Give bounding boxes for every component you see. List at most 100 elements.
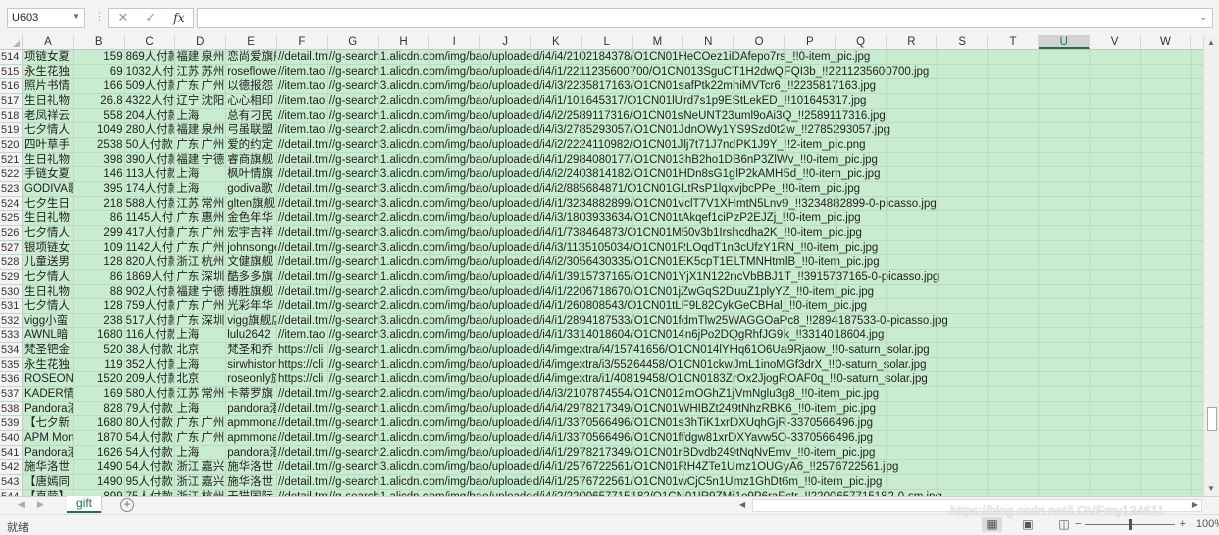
row-number[interactable]: 526: [0, 225, 23, 240]
cell-g[interactable]: //g-search3.alicdn.com/img/bao/uploaded/…: [328, 226, 1203, 240]
cell-d1[interactable]: 广东: [175, 226, 200, 240]
cell-e[interactable]: 搏胜旗舰: [226, 284, 277, 299]
column-header-T[interactable]: T: [988, 35, 1039, 49]
cell-d1[interactable]: 浙江: [175, 255, 200, 269]
cell-e[interactable]: 文健旗舰: [226, 255, 277, 269]
row-number[interactable]: 533: [0, 328, 23, 343]
cell-b[interactable]: 398: [74, 152, 125, 167]
cell-d1[interactable]: 福建: [175, 123, 200, 137]
column-header-D[interactable]: D: [175, 35, 227, 49]
row-number[interactable]: 543: [0, 475, 23, 489]
sheet-nav-arrows-icon[interactable]: ◀▶: [18, 499, 56, 510]
cell-g[interactable]: //g-search2.alicdn.com/img/bao/uploaded/…: [328, 387, 1203, 401]
cell-c[interactable]: 1032人付款: [125, 64, 176, 79]
scroll-thumb[interactable]: [1207, 407, 1217, 431]
cell-e[interactable]: 总有刁民: [226, 108, 277, 123]
cell-e[interactable]: 施华洛世: [226, 475, 277, 489]
cell-b[interactable]: 1490: [74, 460, 125, 475]
row-number[interactable]: 538: [0, 401, 23, 416]
cell-a[interactable]: 梵圣钯金: [23, 343, 74, 357]
cell-e[interactable]: apmmona: [226, 431, 277, 445]
cell-g[interactable]: //g-search3.alicdn.com/img/bao/uploaded/…: [328, 328, 1203, 342]
cell-d1[interactable]: 福建: [175, 285, 200, 299]
cell-e[interactable]: glten旗舰: [226, 196, 277, 211]
column-header-J[interactable]: J: [480, 35, 531, 49]
cell-c[interactable]: 517人付款: [125, 313, 176, 328]
cell-d1[interactable]: 上海: [175, 358, 200, 372]
cell-f[interactable]: //item.tao: [277, 108, 328, 123]
cell-g[interactable]: //g-search3.alicdn.com/img/bao/uploaded/…: [328, 241, 1203, 255]
cell-a[interactable]: 七夕情人: [23, 269, 74, 284]
cell-a[interactable]: 项链女夏: [23, 50, 74, 64]
cell-b[interactable]: 86: [74, 211, 125, 225]
cell-a[interactable]: 生日礼物: [23, 152, 74, 167]
cell-c[interactable]: 50人付款: [125, 137, 176, 152]
cell-d2[interactable]: [200, 181, 227, 196]
cell-b[interactable]: 146: [74, 167, 125, 181]
cell-e[interactable]: 酷多多旗: [226, 269, 277, 284]
cell-f[interactable]: //item.tao: [277, 79, 328, 93]
cell-g[interactable]: //g-search1.alicdn.com/img/bao/uploaded/…: [328, 431, 1203, 445]
cell-c[interactable]: 54人付款: [125, 431, 176, 445]
cell-e[interactable]: 光彩年华: [226, 299, 277, 313]
cell-c[interactable]: 95人付款: [125, 475, 176, 489]
cell-d1[interactable]: 浙江: [175, 475, 200, 489]
column-header-F[interactable]: F: [277, 35, 328, 49]
chevron-down-icon[interactable]: ▼: [72, 12, 80, 21]
row-number[interactable]: 522: [0, 167, 23, 181]
cell-b[interactable]: 128: [74, 255, 125, 269]
horizontal-scrollbar[interactable]: ◀ ▶: [739, 499, 1202, 512]
cell-d2[interactable]: 广州: [200, 137, 227, 152]
cell-d2[interactable]: 广州: [200, 299, 227, 313]
cell-e[interactable]: 枫叶情旗: [226, 167, 277, 181]
cell-g[interactable]: //g-search2.alicdn.com/img/bao/uploaded/…: [328, 446, 1203, 460]
cell-b[interactable]: 166: [74, 79, 125, 93]
zoom-slider-knob[interactable]: [1129, 518, 1133, 530]
cell-a[interactable]: 儿童送男: [23, 255, 74, 269]
cell-d2[interactable]: 泉州: [200, 50, 227, 64]
cell-b[interactable]: 218: [74, 196, 125, 211]
cell-d2[interactable]: [200, 108, 227, 123]
cell-d1[interactable]: 广东: [175, 431, 200, 445]
row-number[interactable]: 530: [0, 284, 23, 299]
enter-icon[interactable]: ✓: [145, 10, 156, 26]
cell-d2[interactable]: [200, 343, 227, 357]
cell-g[interactable]: //g-search1.alicdn.com/img/bao/uploaded/…: [328, 402, 1203, 416]
cell-c[interactable]: 54人付款: [125, 460, 176, 475]
cell-f[interactable]: //detail.tm: [277, 255, 328, 269]
page-layout-view-icon[interactable]: ▣: [1018, 517, 1038, 532]
cell-g[interactable]: //g-search1.alicdn.com/img/bao/uploaded/…: [328, 65, 1203, 79]
cell-e[interactable]: 卡蒂罗旗: [226, 387, 277, 401]
row-number[interactable]: 534: [0, 343, 23, 357]
cell-e[interactable]: 梵圣和乔: [226, 343, 277, 357]
cell-d1[interactable]: 上海: [175, 167, 200, 181]
cell-d1[interactable]: 广东: [175, 270, 200, 284]
normal-view-icon[interactable]: ▦: [982, 517, 1002, 532]
cell-e[interactable]: 以德报怨: [226, 79, 277, 93]
row-number[interactable]: 518: [0, 108, 23, 123]
cell-d1[interactable]: 福建: [175, 50, 200, 64]
cell-g[interactable]: //g-search1.alicdn.com/img/bao/uploaded/…: [328, 255, 1203, 269]
scroll-down-icon[interactable]: ▼: [1207, 484, 1215, 493]
cell-e[interactable]: 弓虽联盟: [226, 123, 277, 137]
cell-f[interactable]: //detail.tm: [277, 387, 328, 401]
spreadsheet-grid[interactable]: ABCDEFGHIJKLMNOPQRSTUVW 514 项链女夏 159 869人付款…: [0, 35, 1203, 496]
row-number[interactable]: 525: [0, 211, 23, 225]
cell-b[interactable]: 1520: [74, 372, 125, 387]
cell-g[interactable]: //g-search1.alicdn.com/img/bao/uploaded/…: [328, 270, 1203, 284]
cell-b[interactable]: 26.8: [74, 93, 125, 108]
cell-d1[interactable]: 广东: [175, 79, 200, 93]
cell-a[interactable]: 永生花独: [23, 64, 74, 79]
cell-a[interactable]: 七夕情人: [23, 123, 74, 137]
cell-a[interactable]: 【唐嫣同: [23, 475, 74, 489]
cell-f[interactable]: //item.tao: [277, 328, 328, 343]
row-number[interactable]: 529: [0, 269, 23, 284]
cell-g[interactable]: //g-search2.alicdn.com/img/bao/uploaded/…: [328, 123, 1203, 137]
cell-e[interactable]: johnsonge: [226, 240, 277, 255]
cell-d1[interactable]: 福建: [175, 153, 200, 167]
cell-d2[interactable]: 惠州: [200, 211, 227, 225]
cell-f[interactable]: //detail.tm: [277, 240, 328, 255]
cell-d2[interactable]: [200, 445, 227, 460]
cell-b[interactable]: 1680: [74, 416, 125, 431]
cell-a[interactable]: 手链女夏: [23, 167, 74, 181]
